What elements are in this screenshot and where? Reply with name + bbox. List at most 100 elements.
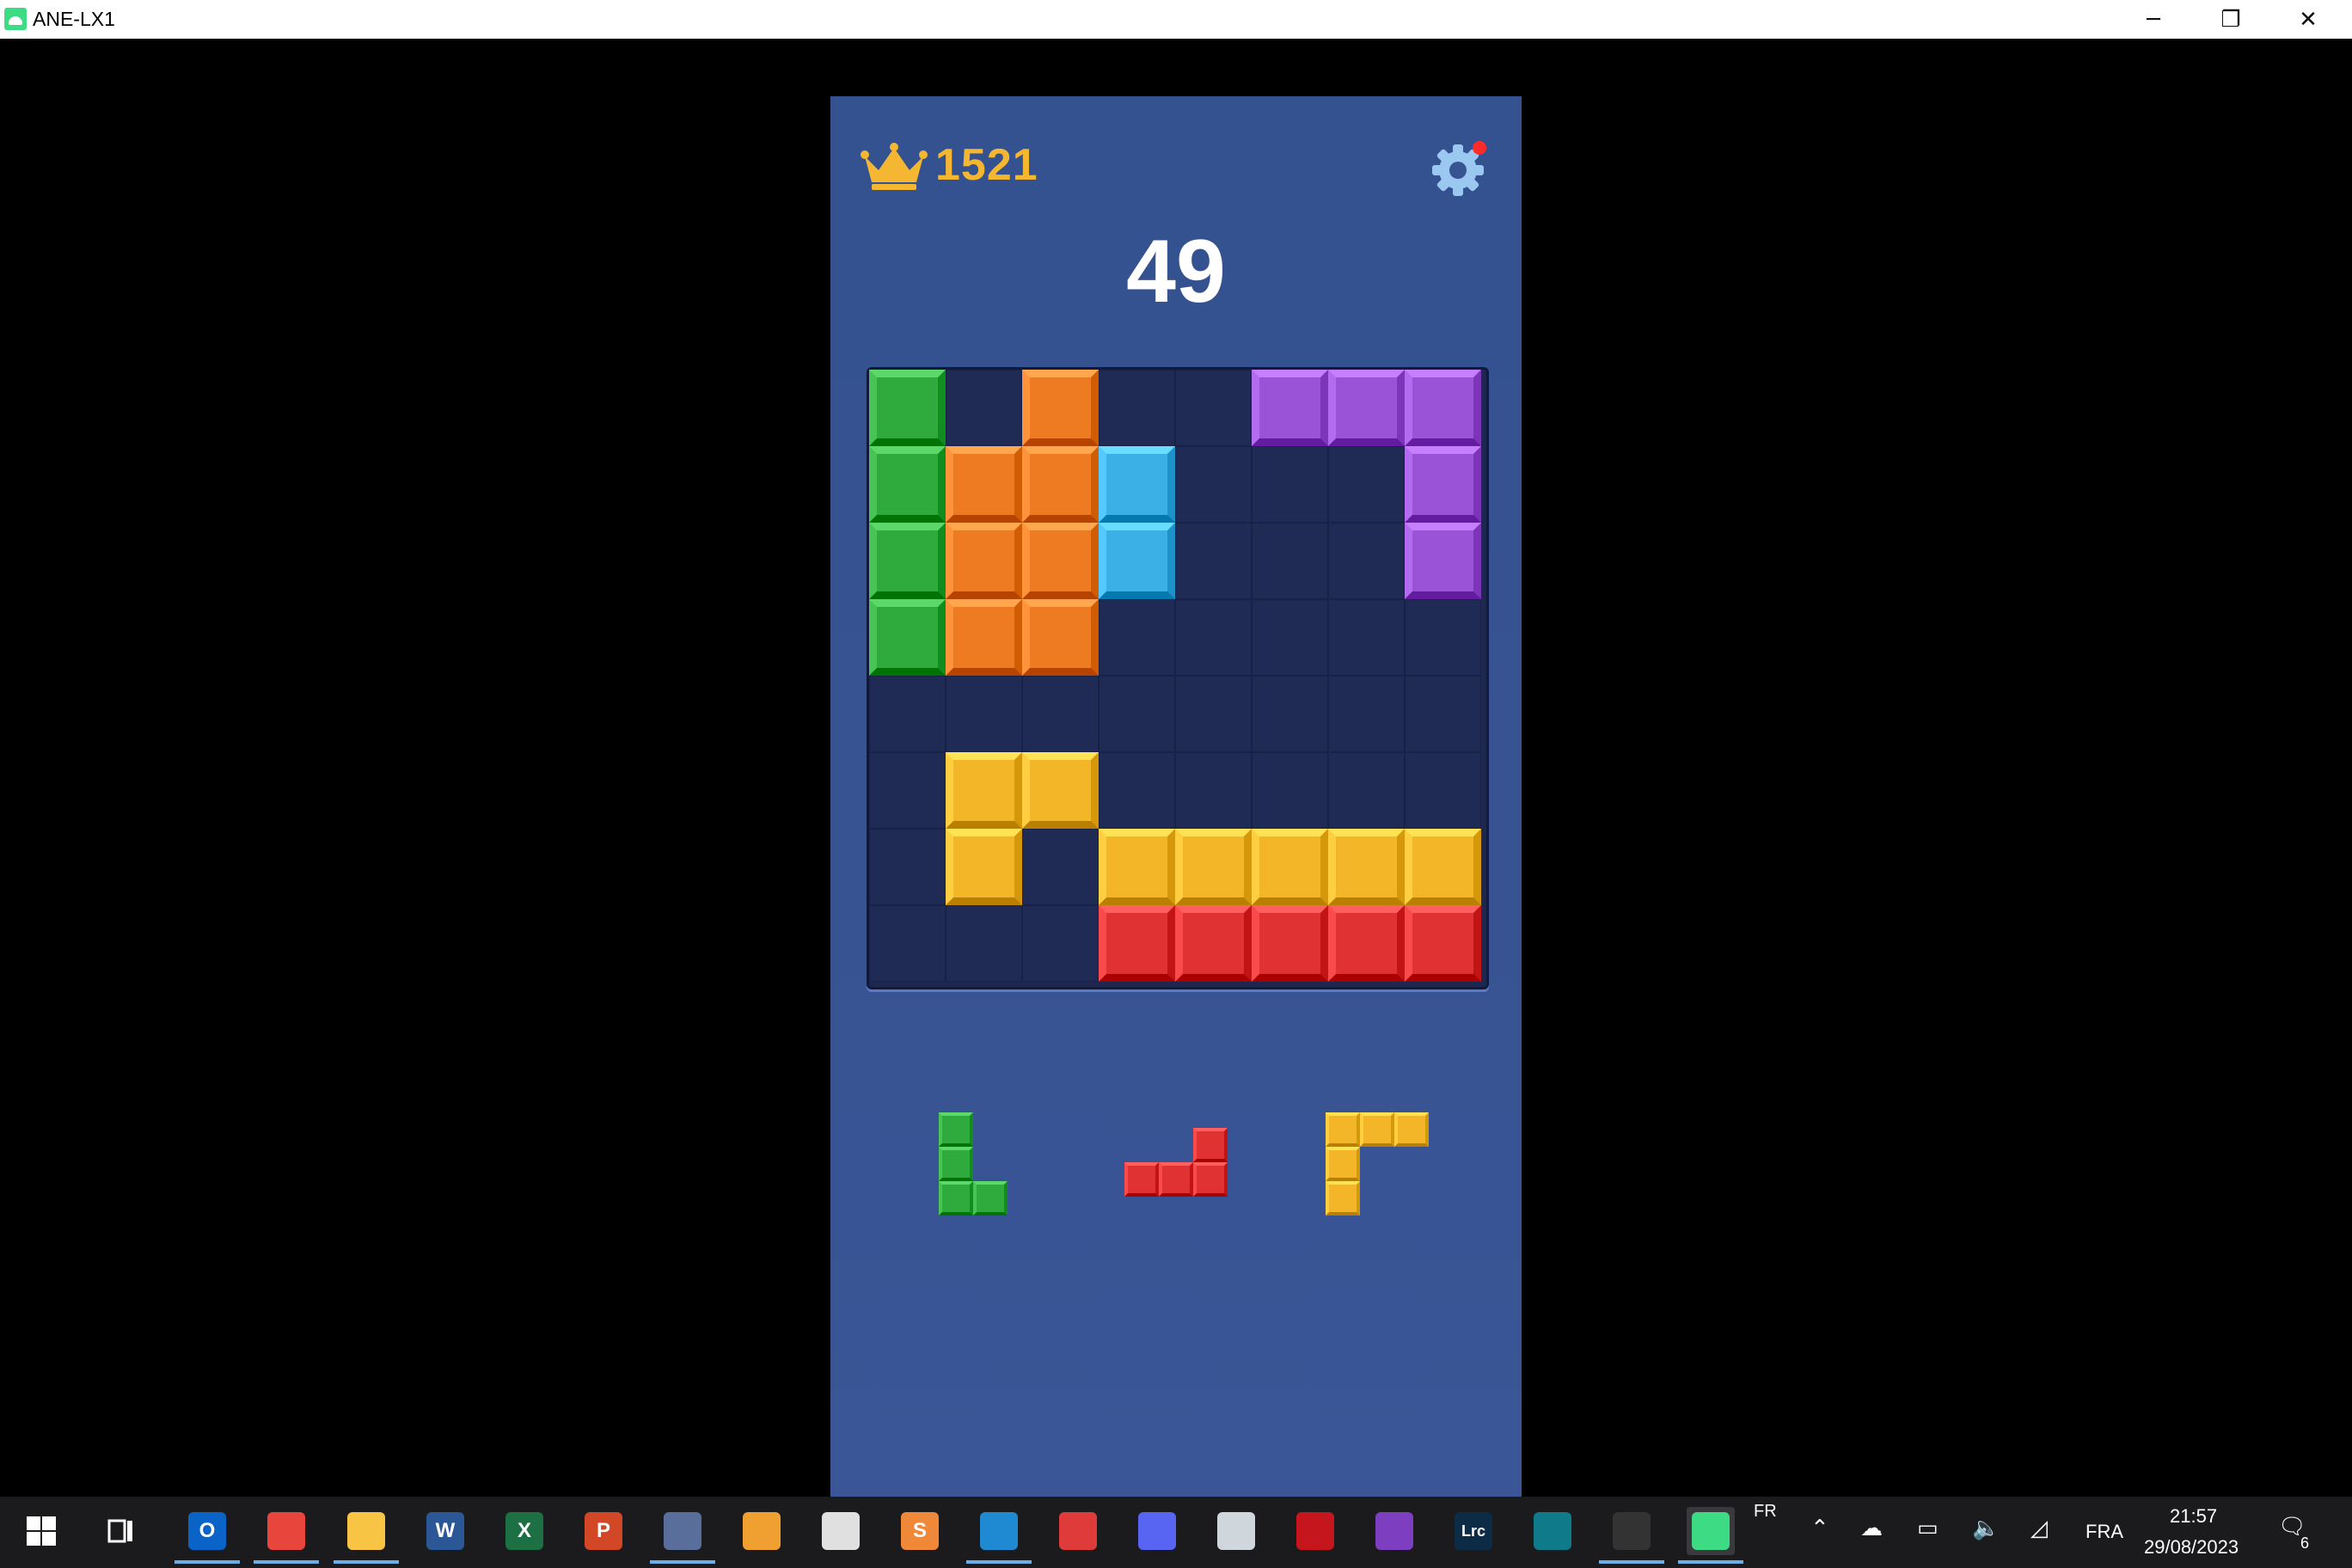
acrobat-app[interactable] bbox=[1291, 1507, 1339, 1555]
board-cell-empty bbox=[1252, 446, 1328, 523]
clock-time[interactable]: 21:57 bbox=[2170, 1505, 2217, 1528]
scissors-icon bbox=[1059, 1512, 1097, 1550]
powerpoint-icon: P bbox=[585, 1512, 622, 1550]
board-cell-empty bbox=[1175, 599, 1252, 676]
game-board[interactable] bbox=[867, 367, 1489, 989]
panel-app[interactable] bbox=[1528, 1507, 1577, 1555]
notification-count: 6 bbox=[2300, 1534, 2310, 1552]
start-button[interactable] bbox=[17, 1507, 65, 1555]
board-cell-yellow-block bbox=[1252, 829, 1328, 905]
backup-app[interactable] bbox=[1212, 1507, 1260, 1555]
python-icon bbox=[822, 1512, 860, 1550]
chrome-app[interactable] bbox=[254, 1507, 319, 1564]
vscode-app[interactable] bbox=[966, 1507, 1032, 1564]
board-cell-yellow-block bbox=[946, 752, 1022, 829]
show-hidden-icons-chevron-icon[interactable]: ⌃ bbox=[1810, 1516, 1829, 1541]
outlook-app[interactable]: O bbox=[175, 1507, 240, 1564]
board-cell-green-block bbox=[869, 523, 946, 599]
clock-date[interactable]: 29/08/2023 bbox=[2144, 1536, 2239, 1559]
active-indicator bbox=[650, 1560, 715, 1564]
close-button[interactable]: ✕ bbox=[2269, 0, 2347, 39]
board-cell-empty bbox=[1175, 370, 1252, 446]
android-app[interactable] bbox=[1678, 1507, 1743, 1564]
sublime-app[interactable]: S bbox=[896, 1507, 944, 1555]
board-cell-empty bbox=[1099, 752, 1175, 829]
board-cell-yellow-block bbox=[1175, 829, 1252, 905]
board-cell-empty bbox=[1328, 446, 1405, 523]
board-cell-empty bbox=[1175, 676, 1252, 752]
input-language-small[interactable]: FR bbox=[1754, 1502, 1777, 1522]
github-app[interactable] bbox=[1370, 1507, 1418, 1555]
board-cell-empty bbox=[869, 905, 946, 982]
board-cell-yellow-block bbox=[1099, 829, 1175, 905]
board-cell-empty bbox=[1175, 523, 1252, 599]
wifi-icon[interactable]: ◿ bbox=[2030, 1516, 2048, 1541]
board-cell-orange-block bbox=[946, 599, 1022, 676]
board-cell-empty bbox=[946, 676, 1022, 752]
board-cell-empty bbox=[1252, 599, 1328, 676]
notification-dot bbox=[1473, 141, 1486, 155]
board-cell-empty bbox=[1022, 905, 1099, 982]
game-screen: 1521 49 bbox=[830, 96, 1522, 1498]
board-cell-purple-block bbox=[1328, 370, 1405, 446]
window-title: ANE-LX1 bbox=[33, 8, 115, 30]
board-cell-empty bbox=[1022, 829, 1099, 905]
board-cell-purple-block bbox=[1405, 370, 1481, 446]
task-view-icon bbox=[102, 1512, 140, 1550]
board-cell-purple-block bbox=[1405, 446, 1481, 523]
tray-block bbox=[1159, 1162, 1193, 1197]
board-cell-empty bbox=[1328, 599, 1405, 676]
obs-app[interactable] bbox=[1599, 1507, 1664, 1564]
python-app[interactable] bbox=[817, 1507, 865, 1555]
restore-button[interactable]: ❐ bbox=[2192, 0, 2269, 39]
vscode-icon bbox=[980, 1512, 1018, 1550]
board-cell-empty bbox=[1328, 676, 1405, 752]
active-indicator bbox=[334, 1560, 399, 1564]
word-icon: W bbox=[426, 1512, 464, 1550]
board-cell-purple-block bbox=[1405, 523, 1481, 599]
lightroom-app[interactable]: Lrc bbox=[1449, 1507, 1498, 1555]
tray-block bbox=[939, 1181, 973, 1216]
board-cell-orange-block bbox=[1022, 599, 1099, 676]
board-cell-red-block bbox=[1405, 905, 1481, 982]
current-score: 49 bbox=[1126, 222, 1226, 322]
board-cell-red-block bbox=[1099, 905, 1175, 982]
board-cell-empty bbox=[1252, 523, 1328, 599]
obs-icon bbox=[1613, 1512, 1651, 1550]
volume-icon[interactable]: 🔈 bbox=[1972, 1516, 2000, 1541]
active-indicator bbox=[1599, 1560, 1664, 1564]
onedrive-cloud-icon[interactable]: ☁ bbox=[1860, 1516, 1883, 1541]
active-indicator bbox=[175, 1560, 240, 1564]
taskbar: FR ⌃ ☁ ▭ 🔈 ◿ FRA 21:57 29/08/2023 🗨 6 OW… bbox=[0, 1497, 2352, 1568]
battery-icon[interactable]: ▭ bbox=[1917, 1516, 1939, 1541]
snipping-app[interactable] bbox=[1054, 1507, 1102, 1555]
board-cell-blue-block bbox=[1099, 446, 1175, 523]
board-cell-green-block bbox=[869, 446, 946, 523]
tray-block bbox=[1193, 1128, 1228, 1162]
board-cell-yellow-block bbox=[1328, 829, 1405, 905]
board-cell-empty bbox=[946, 905, 1022, 982]
task-view-button[interactable] bbox=[97, 1507, 145, 1555]
media-app[interactable] bbox=[738, 1507, 786, 1555]
settings-gear-icon[interactable] bbox=[1424, 136, 1492, 205]
powerpoint-app[interactable]: P bbox=[579, 1507, 628, 1555]
excel-app[interactable]: X bbox=[500, 1507, 548, 1555]
active-indicator bbox=[1678, 1560, 1743, 1564]
paint-app[interactable] bbox=[650, 1507, 715, 1564]
board-cell-empty bbox=[1252, 752, 1328, 829]
explorer-app[interactable] bbox=[334, 1507, 399, 1564]
word-app[interactable]: W bbox=[421, 1507, 469, 1555]
board-cell-empty bbox=[1022, 676, 1099, 752]
windows-icon bbox=[22, 1512, 60, 1550]
discord-app[interactable] bbox=[1133, 1507, 1181, 1555]
discord-icon bbox=[1138, 1512, 1176, 1550]
tray-block bbox=[1193, 1162, 1228, 1197]
input-language[interactable]: FRA bbox=[2086, 1521, 2123, 1543]
board-cell-green-block bbox=[869, 599, 946, 676]
best-score: 1521 bbox=[935, 140, 1038, 190]
board-cell-orange-block bbox=[1022, 370, 1099, 446]
board-cell-empty bbox=[1328, 523, 1405, 599]
board-cell-green-block bbox=[869, 370, 946, 446]
board-cell-yellow-block bbox=[1405, 829, 1481, 905]
minimize-button[interactable]: ─ bbox=[2115, 0, 2192, 39]
